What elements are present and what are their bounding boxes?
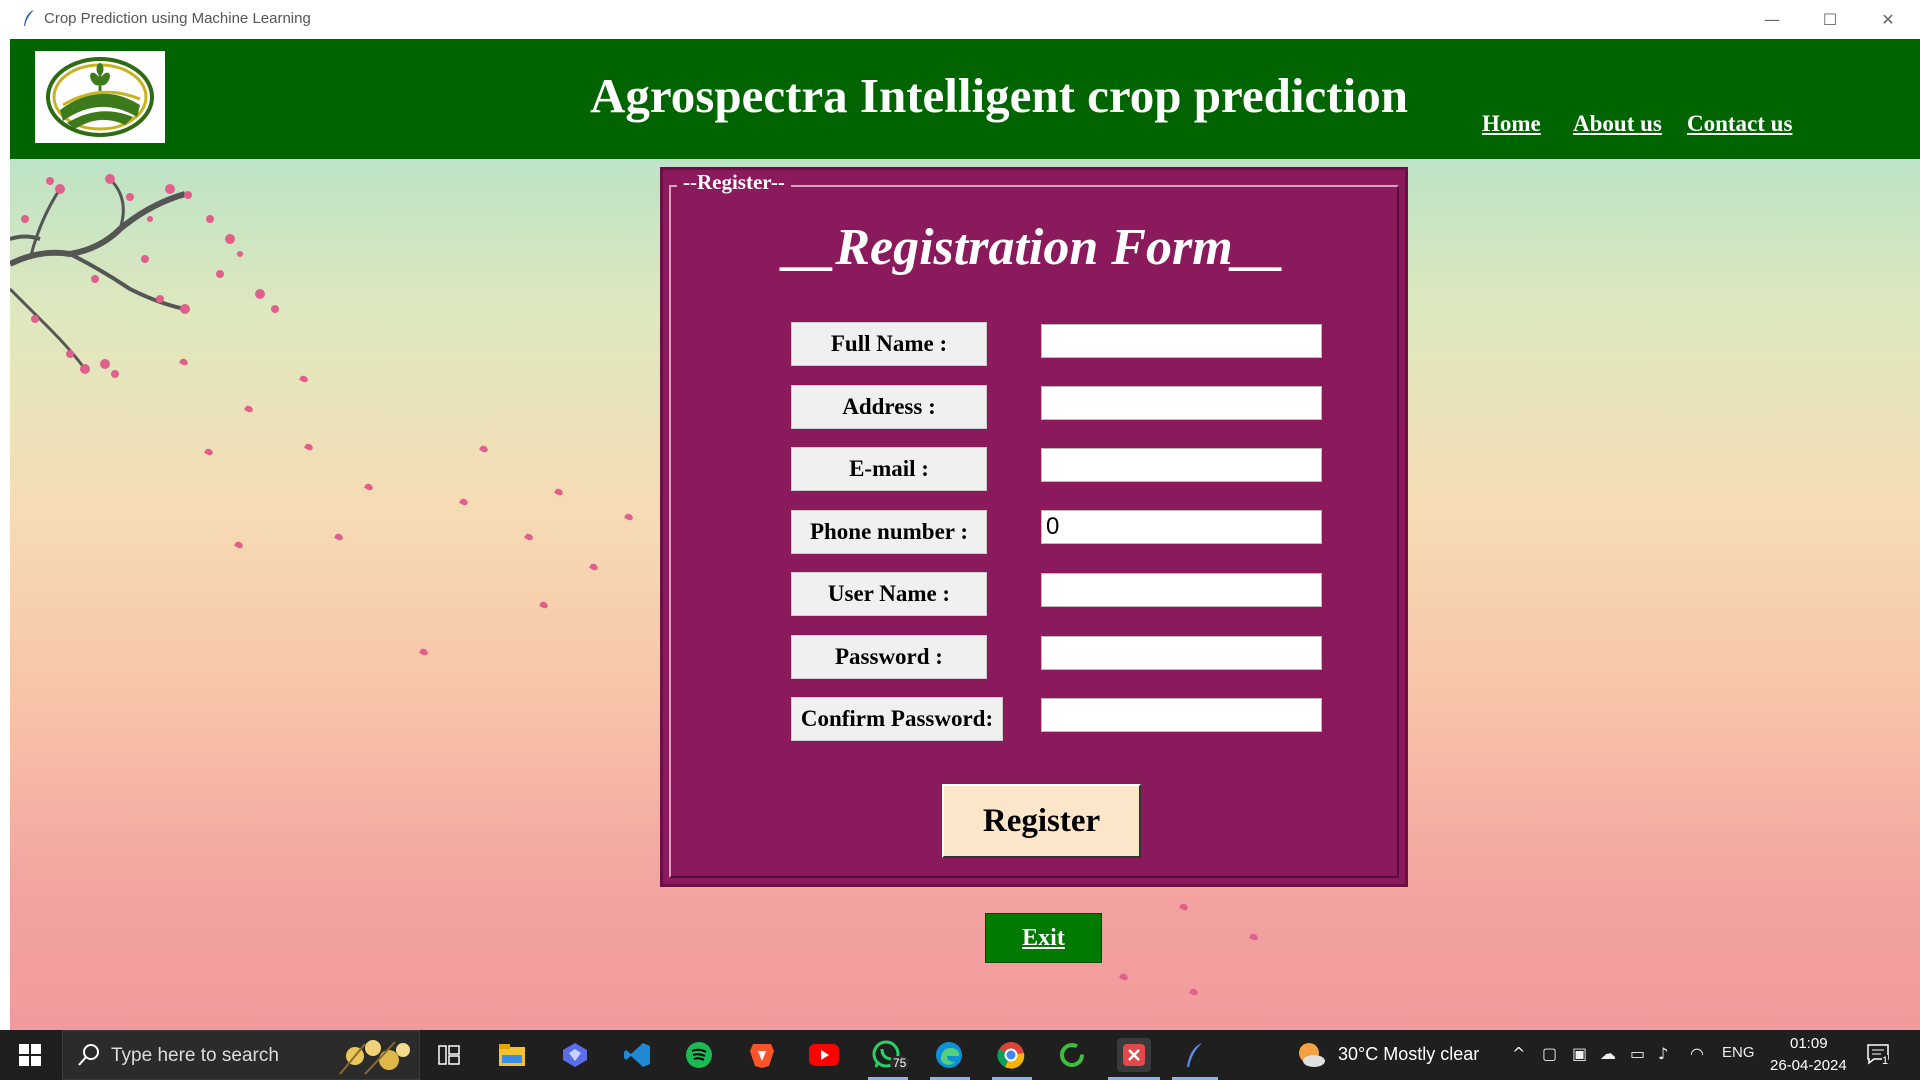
password-input[interactable] xyxy=(1041,636,1322,670)
app-header: Agrospectra Intelligent crop prediction … xyxy=(10,39,1920,159)
register-legend: --Register-- xyxy=(677,170,791,195)
onedrive-cloud-icon[interactable]: ☁ xyxy=(1600,1044,1616,1063)
register-button[interactable]: Register xyxy=(942,784,1141,858)
notification-count: 1 xyxy=(1882,1055,1889,1067)
start-button[interactable] xyxy=(0,1030,60,1080)
email-input[interactable] xyxy=(1041,448,1322,482)
full-name-input[interactable] xyxy=(1041,324,1322,358)
meet-now-icon[interactable]: ▢ xyxy=(1542,1044,1557,1063)
cherry-blossom-branch-icon xyxy=(10,174,279,378)
search-placeholder: Type here to search xyxy=(111,1045,279,1066)
youtube-icon[interactable] xyxy=(807,1038,841,1072)
vscode-icon[interactable] xyxy=(620,1038,654,1072)
language-indicator[interactable]: ENG xyxy=(1722,1044,1755,1061)
nav-home-link[interactable]: Home xyxy=(1482,111,1541,137)
user-name-label: User Name : xyxy=(791,572,987,616)
spotify-icon[interactable] xyxy=(682,1038,716,1072)
task-view-icon[interactable] xyxy=(432,1038,466,1072)
phone-number-input[interactable] xyxy=(1041,510,1322,544)
close-button[interactable]: ✕ xyxy=(1859,0,1917,39)
windows-taskbar: Type here to search 75 30°C Mostly clear… xyxy=(0,1030,1920,1080)
wifi-icon[interactable]: ◠ xyxy=(1690,1044,1704,1063)
maximize-button[interactable]: ☐ xyxy=(1801,0,1859,39)
search-icon xyxy=(78,1044,99,1066)
register-panel: --Register-- __Registration Form__ Full … xyxy=(660,167,1408,887)
exit-button[interactable]: Exit xyxy=(985,913,1102,963)
taskbar-search-box[interactable]: Type here to search xyxy=(62,1030,420,1080)
password-label: Password : xyxy=(791,635,987,679)
address-input[interactable] xyxy=(1041,386,1322,420)
weather-text: 30°C Mostly clear xyxy=(1338,1044,1480,1064)
registration-form-title: __Registration Form__ xyxy=(783,219,1285,276)
file-explorer-icon[interactable] xyxy=(495,1038,529,1072)
volume-icon[interactable]: ♪ xyxy=(1658,1044,1668,1063)
whatsapp-badge: 75 xyxy=(890,1056,910,1070)
windows-logo-icon xyxy=(19,1044,41,1066)
battery-icon[interactable]: ▭ xyxy=(1630,1044,1645,1063)
show-hidden-icons-chevron-up-icon[interactable]: ^ xyxy=(1512,1044,1525,1063)
clock-time[interactable]: 01:09 xyxy=(1790,1035,1828,1052)
agrospectra-logo xyxy=(35,51,165,143)
search-highlight-illustration-icon xyxy=(339,1040,410,1075)
minimize-button[interactable]: — xyxy=(1743,0,1801,39)
address-label: Address : xyxy=(791,385,987,429)
notification-center-icon[interactable]: 1 xyxy=(1866,1042,1890,1071)
tray-app-icon[interactable]: ▣ xyxy=(1572,1044,1587,1063)
email-label: E-mail : xyxy=(791,447,987,491)
feather-icon xyxy=(24,10,34,26)
clock-date[interactable]: 26-04-2024 xyxy=(1770,1057,1847,1074)
nav-about-us-link[interactable]: About us xyxy=(1573,111,1662,137)
window-title: Crop Prediction using Machine Learning xyxy=(44,10,311,27)
python-feather-icon[interactable] xyxy=(1178,1038,1212,1072)
user-name-input[interactable] xyxy=(1041,573,1322,607)
edge-icon[interactable] xyxy=(932,1038,966,1072)
weather-moon-cloud-icon xyxy=(1299,1043,1325,1067)
full-name-label: Full Name : xyxy=(791,322,987,366)
farm-field-icon xyxy=(46,57,154,137)
snipping-tool-icon[interactable] xyxy=(1117,1038,1151,1072)
confirm-password-label: Confirm Password: xyxy=(791,697,1003,741)
app-title: Agrospectra Intelligent crop prediction xyxy=(590,68,1408,123)
window-title-bar: Crop Prediction using Machine Learning —… xyxy=(10,0,1920,40)
confirm-password-input[interactable] xyxy=(1041,698,1322,732)
phone-number-label: Phone number : xyxy=(791,510,987,554)
brave-icon[interactable] xyxy=(745,1038,779,1072)
chrome-icon[interactable] xyxy=(994,1038,1028,1072)
whatsapp-icon[interactable]: 75 xyxy=(870,1038,910,1072)
copilot-icon[interactable] xyxy=(558,1038,592,1072)
refresh-app-icon[interactable] xyxy=(1055,1038,1089,1072)
nav-contact-us-link[interactable]: Contact us xyxy=(1687,111,1792,137)
